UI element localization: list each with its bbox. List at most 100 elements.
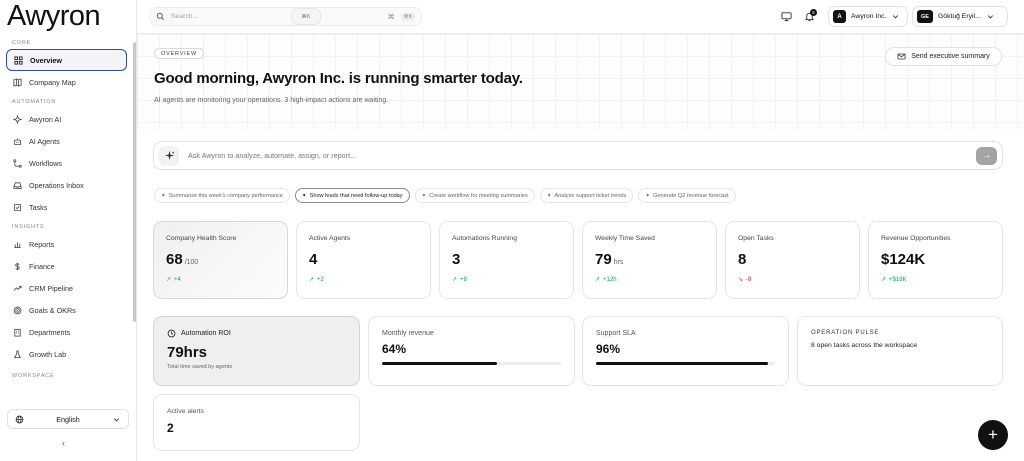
suggestion-chip[interactable]: ✦ Generate Q2 revenue forecast [638, 188, 736, 203]
stat-card-company-health[interactable]: Company Health Score 68/100 ↗ +4 [153, 221, 288, 299]
language-select[interactable]: English [7, 409, 129, 429]
pulse-title: OPERATION PULSE [811, 330, 880, 336]
sidebar-item-goals-okrs[interactable]: Goals & OKRs [6, 299, 127, 321]
sidebar-item-label: Finance [29, 261, 55, 271]
sidebar-item-growth-lab[interactable]: Growth Lab [6, 343, 127, 365]
chevron-down-icon [891, 12, 900, 21]
stat-value: 79 [595, 251, 612, 268]
sidebar-item-ai-agents[interactable]: AI Agents [6, 130, 127, 152]
chip-label: Create workflow for meeting summaries [429, 192, 528, 199]
sidebar-item-reports[interactable]: Reports [6, 233, 127, 255]
trend-down-icon: ↘ [738, 277, 744, 283]
support-sla-value: 96% [596, 342, 621, 356]
stat-title: Active Agents [309, 235, 351, 242]
trend-icon [13, 284, 22, 293]
send-executive-summary-label: Send executive summary [911, 53, 990, 60]
monitor-icon[interactable] [781, 11, 792, 22]
sparkle-icon: ✦ [161, 192, 166, 199]
send-executive-summary-button[interactable]: Send executive summary [885, 47, 1002, 66]
automation-roi-card[interactable]: Automation ROI 79hrs Total time saved by… [153, 316, 360, 386]
ask-awyron-input[interactable]: Ask Awyron to analyze, automate, assign,… [153, 141, 1003, 170]
sidebar-item-crm-pipeline[interactable]: CRM Pipeline [6, 277, 127, 299]
sidebar-item-awyron-ai[interactable]: Awyron AI [6, 108, 127, 130]
stat-card-revenue-opportunities[interactable]: Revenue Opportunities $124K ↗ +$18K [868, 221, 1003, 299]
notification-badge: 5 [810, 9, 817, 16]
workflow-icon [13, 158, 22, 168]
section-title-automation: AUTOMATION [12, 99, 57, 105]
sidebar-item-label: Tasks [29, 202, 48, 212]
suggestion-chip[interactable]: ✦ Summarize this week's company performan… [154, 188, 290, 203]
command-palette-button[interactable]: ⌘K [291, 8, 321, 25]
monthly-revenue-value: 64% [382, 342, 407, 356]
command-icon: ⌘ [387, 13, 395, 21]
operation-pulse-card[interactable]: OPERATION PULSE 8 open tasks across the … [797, 316, 1003, 386]
support-sla-card[interactable]: Support SLA 96% [582, 316, 789, 386]
mail-icon [897, 52, 906, 61]
organization-switcher[interactable]: A Awyron Inc. [828, 6, 908, 27]
suggestion-chip[interactable]: ✦ Show leads that need follow-up today [294, 188, 410, 203]
alerts-value: 2 [167, 421, 174, 435]
roi-title: Automation ROI [181, 330, 231, 337]
trend-up-icon: ↗ [881, 277, 887, 283]
stat-value: 68 [166, 251, 183, 268]
stat-card-open-tasks[interactable]: Open Tasks 8 ↘ -8 [725, 221, 860, 299]
sidebar-scrollbar[interactable] [133, 42, 136, 322]
chip-label: Generate Q2 revenue forecast [653, 192, 729, 199]
monthly-revenue-card[interactable]: Monthly revenue 64% [368, 316, 575, 386]
user-menu[interactable]: GE Göktuğ Eryil... [912, 6, 1008, 27]
stat-delta: -8 [746, 276, 752, 283]
suggestion-chip[interactable]: ✦ Analyze support ticket trends [539, 188, 634, 203]
sidebar-item-operations-inbox[interactable]: Operations Inbox [6, 174, 127, 196]
sidebar-item-workflows[interactable]: Workflows [6, 152, 127, 174]
globe-icon [15, 415, 24, 424]
suggestion-chip[interactable]: ✦ Create workflow for meeting summaries [414, 188, 535, 203]
stat-delta: +2 [317, 276, 324, 283]
trend-up-icon: ↗ [452, 277, 458, 283]
sidebar-item-label: Reports [29, 239, 55, 249]
roi-value: 79hrs [167, 344, 208, 361]
roi-subtitle: Total time saved by agents [167, 364, 233, 370]
submit-arrow-button[interactable]: → [976, 146, 997, 165]
section-title-insights: INSIGHTS [12, 224, 45, 230]
sidebar-item-tasks[interactable]: Tasks [6, 196, 127, 218]
stat-delta: +4 [174, 276, 181, 283]
sidebar-item-company-map[interactable]: Company Map [6, 71, 127, 93]
sidebar-item-label: Goals & OKRs [29, 305, 76, 315]
sidebar-item-label: CRM Pipeline [29, 283, 73, 293]
stat-card-active-agents[interactable]: Active Agents 4 ↗ +2 [296, 221, 431, 299]
monthly-revenue-title: Monthly revenue [382, 330, 434, 337]
page-title: Good morning, Awyron Inc. is running sma… [154, 70, 523, 87]
stat-card-weekly-time-saved[interactable]: Weekly Time Saved 79 hrs ↗ +12h [582, 221, 717, 299]
chip-label: Show leads that need follow-up today [309, 192, 403, 199]
avatar: GE [917, 10, 933, 23]
stat-title: Company Health Score [166, 235, 237, 242]
flask-icon [13, 350, 22, 359]
org-avatar: A [833, 10, 846, 23]
trend-up-icon: ↗ [166, 277, 172, 283]
stat-value: 3 [452, 251, 461, 268]
stat-delta: +$18K [889, 276, 907, 283]
sidebar-item-label: Departments [29, 327, 71, 337]
sidebar-item-label: Company Map [29, 77, 76, 87]
search-input[interactable]: Search... ⌘ ⌘K [149, 7, 422, 26]
sparkle-icon: ✦ [645, 192, 651, 199]
user-name: Göktuğ Eryil... [938, 13, 981, 20]
sidebar-item-label: Growth Lab [29, 349, 67, 359]
search-icon [156, 12, 165, 21]
app-logo[interactable]: Awyron [7, 0, 101, 33]
sidebar-item-overview[interactable]: Overview [6, 49, 127, 71]
collapse-sidebar-button[interactable]: ‹ [62, 438, 65, 448]
add-button[interactable]: + [978, 420, 1008, 450]
stat-card-automations-running[interactable]: Automations Running 3 ↗ +8 [439, 221, 574, 299]
alerts-title: Active alerts [167, 408, 205, 415]
page-tag: OVERVIEW [154, 48, 204, 59]
active-alerts-card[interactable]: Active alerts 2 [153, 394, 360, 451]
chevron-down-icon [986, 12, 995, 21]
sidebar-item-finance[interactable]: Finance [6, 255, 127, 277]
language-label: English [56, 414, 80, 424]
sidebar-item-departments[interactable]: Departments [6, 321, 127, 343]
org-name: Awyron Inc. [851, 13, 887, 20]
inbox-icon [13, 181, 22, 190]
sparkle-icon [13, 114, 22, 124]
stat-delta: +12h [603, 276, 617, 283]
